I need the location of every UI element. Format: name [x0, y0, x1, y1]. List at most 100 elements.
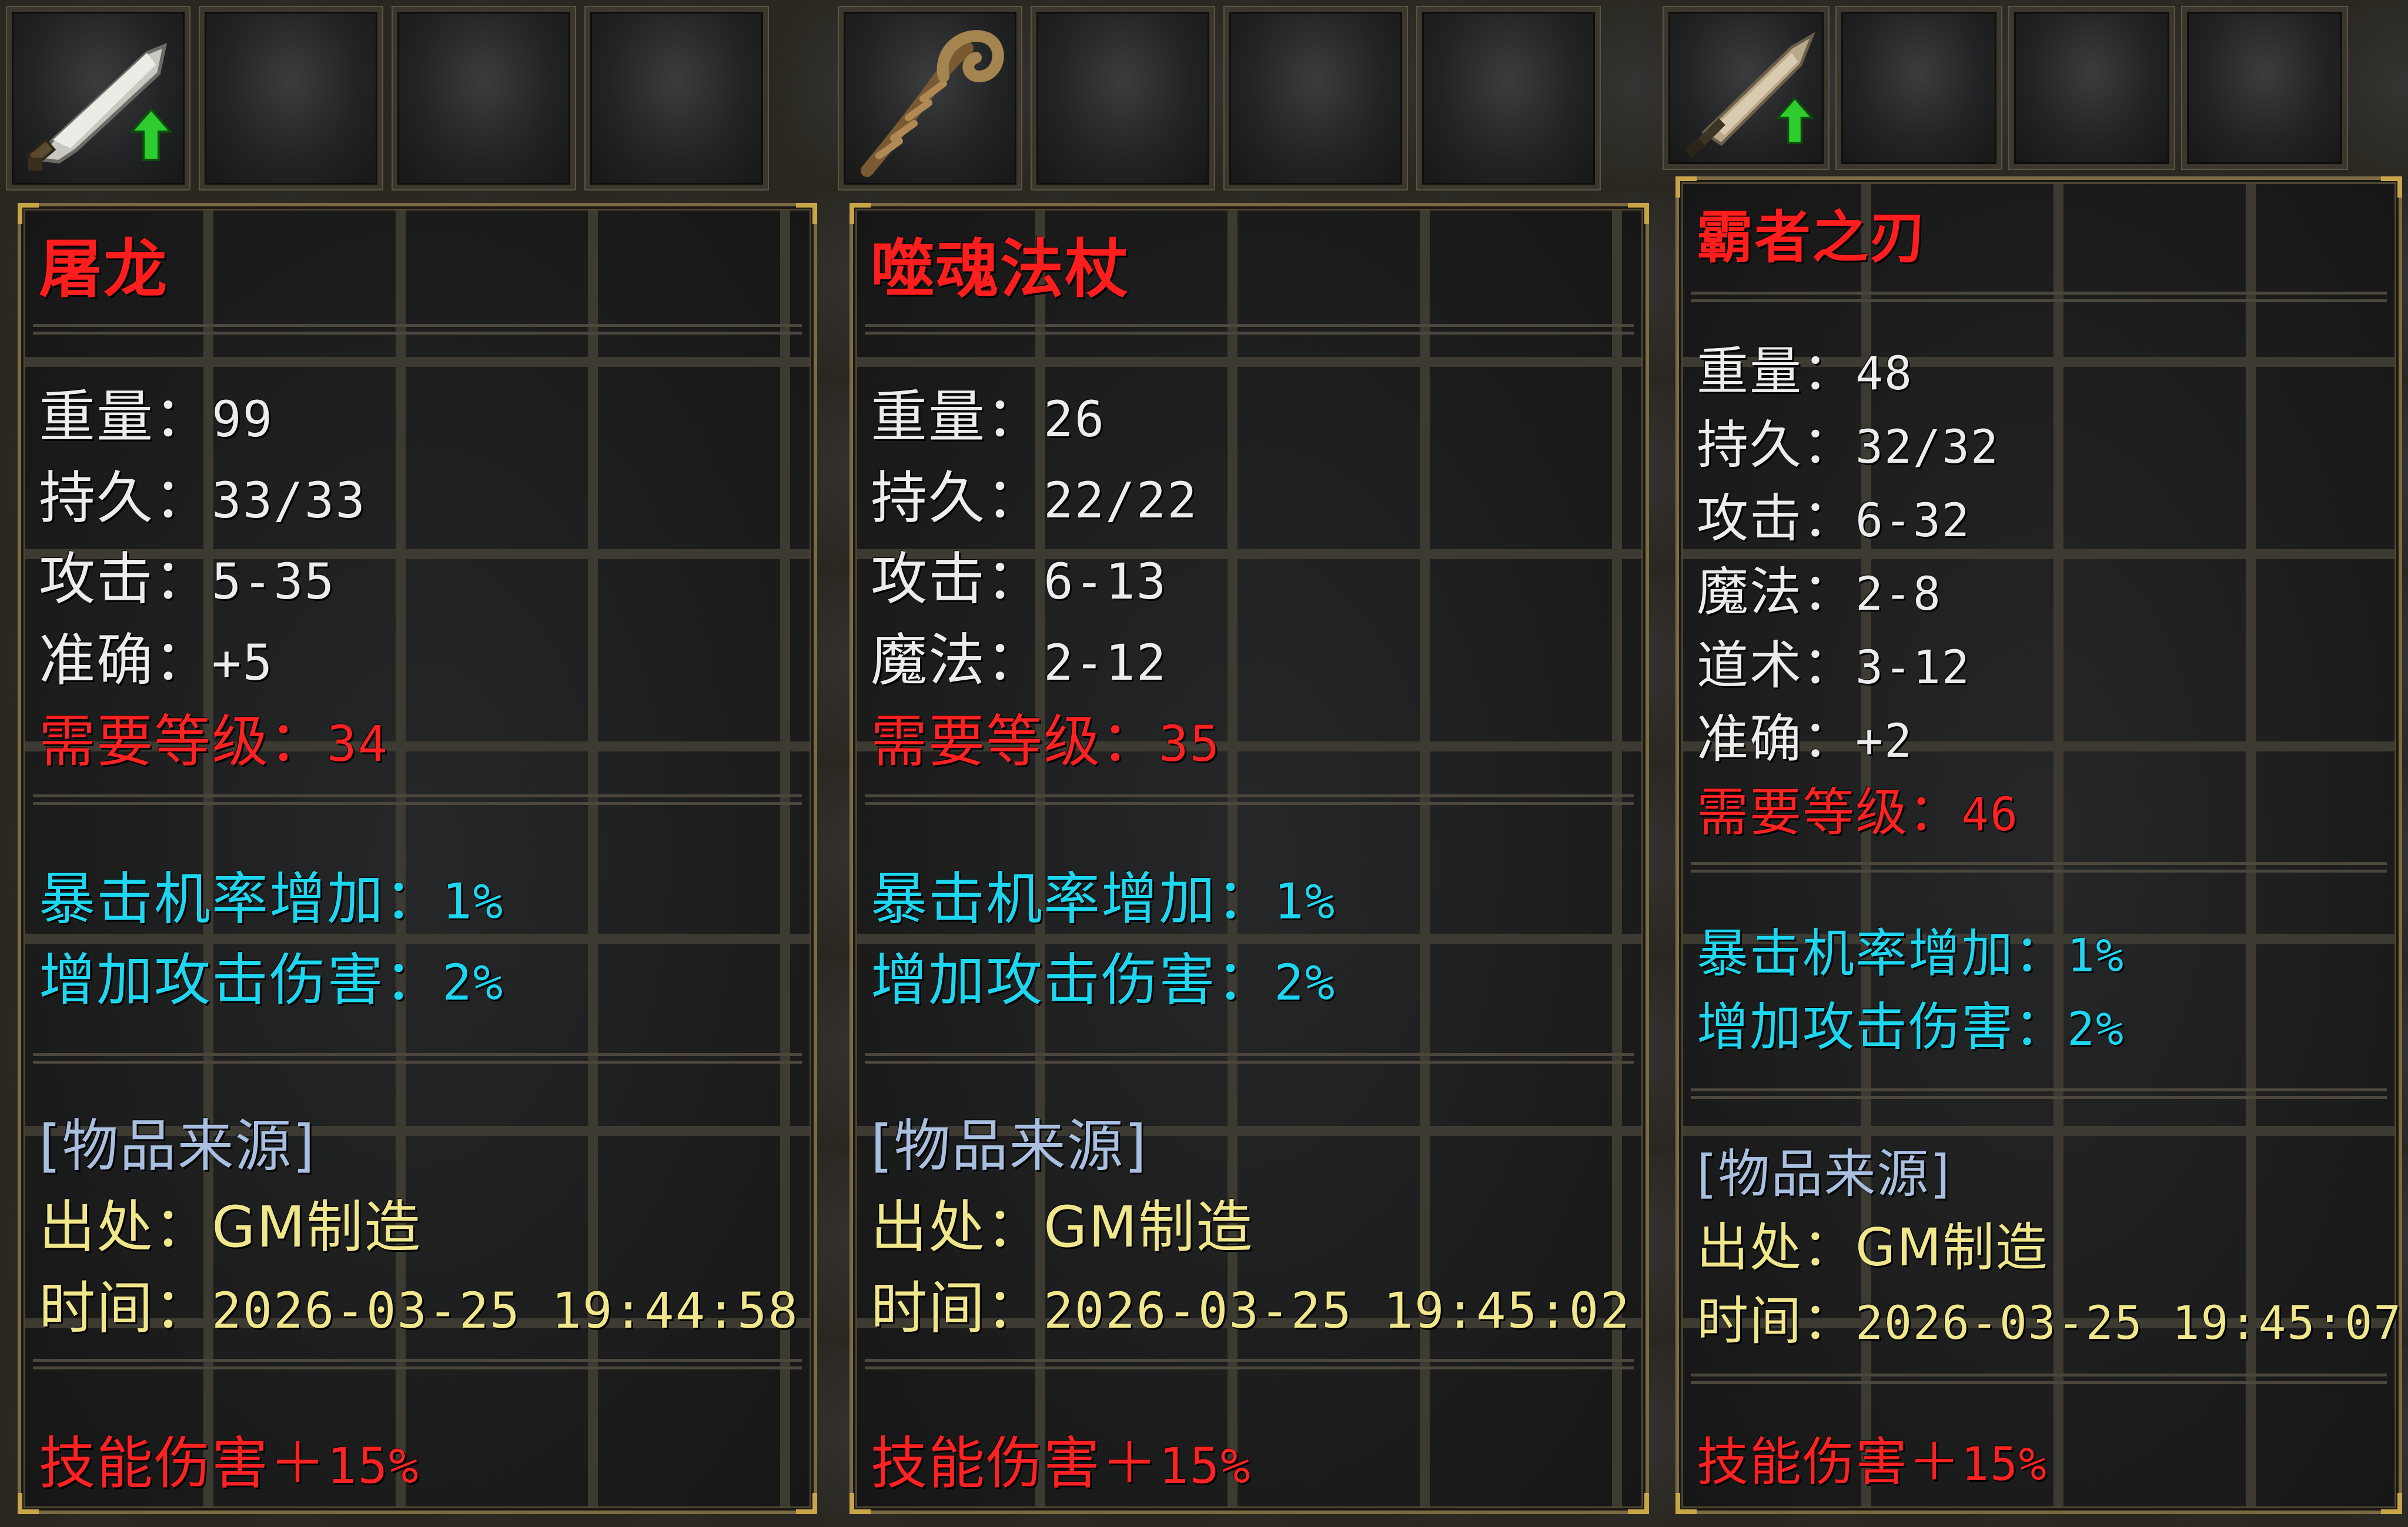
inventory-slot-empty[interactable] [2009, 7, 2174, 169]
broad-sword-icon [26, 43, 168, 171]
item-tooltip: 噬魂法杖 重量：26 持久：22/22 攻击：6-13 魔法：2-12 需要等级… [850, 203, 1649, 1514]
divider [1691, 1088, 2387, 1099]
item-source-header: [物品来源] [1697, 1144, 1951, 1204]
upgrade-arrow-icon [131, 108, 172, 161]
inventory-slot-empty[interactable] [1225, 7, 1407, 189]
frame-corner [796, 1493, 817, 1514]
divider [33, 1359, 802, 1369]
frame-corner [1628, 1493, 1649, 1514]
requirement-label: 需要等级： [1697, 782, 1962, 843]
origin-label: 出处： [871, 1194, 1044, 1260]
inventory-slot-row [7, 7, 830, 189]
stat-label: 准确： [39, 627, 212, 693]
bonus-label: 增加攻击伤害： [1697, 997, 2068, 1057]
requirement-value: 35 [1159, 715, 1221, 773]
inventory-slot-empty[interactable] [393, 7, 575, 189]
divider [33, 324, 802, 335]
bonus-value: 2% [1274, 954, 1336, 1011]
stat-value: +5 [212, 634, 274, 691]
divider [865, 1359, 1634, 1369]
bonus-value: 1% [442, 873, 504, 930]
item-name: 屠龙 [39, 233, 169, 306]
bonus-label: 暴击机率增加： [871, 866, 1274, 932]
stat-label: 魔法： [871, 627, 1044, 693]
stat-durability: 持久：22/22 [871, 452, 1198, 534]
divider [865, 1053, 1634, 1064]
stat-label: 持久： [39, 465, 212, 531]
stat-label: 重量： [39, 384, 212, 450]
stat-label: 攻击： [1697, 488, 1856, 549]
divider [865, 794, 1634, 805]
divider [1691, 292, 2387, 302]
skill-damage-bonus: 技能伤害＋15% [1697, 1421, 2048, 1495]
stat-value: 32/32 [1855, 421, 1999, 474]
bonus-crit-rate: 暴击机率增加：1% [1697, 912, 2125, 987]
inventory-slot-item[interactable] [7, 7, 189, 189]
requirement-label: 需要等级： [871, 709, 1159, 774]
item-name: 噬魂法杖 [871, 233, 1130, 306]
inventory-slot-empty[interactable] [1837, 7, 2001, 169]
item-time: 时间：2026-03-25 19:45:07 [1697, 1279, 2402, 1354]
frame-corner [18, 1493, 39, 1514]
item-name: 霸者之刃 [1697, 205, 1927, 270]
stat-value: +2 [1855, 715, 1913, 768]
inventory-slot-row [1664, 7, 2408, 169]
blade-icon [1685, 32, 1815, 158]
frame-corner [850, 1493, 871, 1514]
stat-durability: 持久：32/32 [1697, 403, 1999, 478]
skill-value: 15% [1961, 1438, 2048, 1491]
item-source-header: [物品来源] [871, 1113, 1148, 1179]
stat-value: 33/33 [212, 472, 366, 529]
frame-corner [1675, 1493, 1697, 1514]
origin-value: GM制造 [1044, 1194, 1254, 1260]
stat-attack: 攻击：6-13 [871, 533, 1167, 615]
stat-label: 重量： [1697, 341, 1856, 402]
skill-value: 15% [327, 1437, 420, 1495]
requirement-value: 46 [1961, 788, 2019, 841]
divider [1691, 1374, 2387, 1384]
inventory-slot-empty[interactable] [2182, 7, 2347, 169]
skill-damage-bonus: 技能伤害＋15% [871, 1418, 1252, 1499]
time-label: 时间： [871, 1275, 1044, 1341]
stat-taoism: 道术：3-12 [1697, 624, 1971, 699]
upgrade-arrow-icon [1777, 97, 1813, 144]
requirement-label: 需要等级： [39, 709, 327, 774]
origin-value: GM制造 [212, 1194, 422, 1260]
stat-durability: 持久：33/33 [39, 452, 366, 534]
staff-icon [861, 30, 1004, 177]
stat-value: 99 [212, 390, 274, 448]
inventory-slot-item[interactable] [839, 7, 1021, 189]
time-value: 2026-03-25 19:45:07 [1855, 1297, 2403, 1350]
item-time: 时间：2026-03-25 19:45:02 [871, 1262, 1631, 1344]
stat-magic: 魔法：2-12 [871, 614, 1167, 696]
bonus-value: 1% [1274, 873, 1336, 930]
time-value: 2026-03-25 19:44:58 [212, 1282, 799, 1339]
origin-value: GM制造 [1855, 1217, 2049, 1278]
stat-attack: 攻击：5-35 [39, 533, 335, 615]
stat-value: 22/22 [1044, 472, 1198, 529]
divider [1691, 862, 2387, 873]
item-panel-3: 霸者之刃 重量：48 持久：32/32 攻击：6-32 魔法：2-8 道术：3-… [1664, 0, 2408, 1527]
inventory-slot-item[interactable] [1664, 7, 1828, 169]
item-time: 时间：2026-03-25 19:44:58 [39, 1262, 799, 1344]
stat-accuracy: 准确：+2 [1697, 697, 1913, 772]
frame-corner [18, 203, 39, 224]
stat-label: 持久： [871, 465, 1044, 531]
time-value: 2026-03-25 19:45:02 [1044, 1282, 1631, 1339]
frame-corner [1628, 203, 1649, 224]
stat-label: 持久： [1697, 415, 1856, 475]
item-tooltip: 霸者之刃 重量：48 持久：32/32 攻击：6-32 魔法：2-8 道术：3-… [1675, 176, 2402, 1514]
stat-label: 准确： [1697, 709, 1856, 769]
inventory-slot-empty[interactable] [586, 7, 768, 189]
inventory-slot-row [839, 7, 1662, 189]
inventory-slot-empty[interactable] [1032, 7, 1214, 189]
skill-value: 15% [1159, 1437, 1252, 1495]
inventory-slot-empty[interactable] [1417, 7, 1600, 189]
bonus-crit-rate: 暴击机率增加：1% [39, 853, 504, 935]
item-origin: 出处：GM制造 [871, 1181, 1253, 1263]
inventory-slot-empty[interactable] [200, 7, 382, 189]
stat-value: 3-12 [1855, 641, 1971, 694]
skill-label: 技能伤害＋ [1697, 1432, 1962, 1492]
frame-corner [796, 203, 817, 224]
item-origin: 出处：GM制造 [39, 1181, 422, 1263]
